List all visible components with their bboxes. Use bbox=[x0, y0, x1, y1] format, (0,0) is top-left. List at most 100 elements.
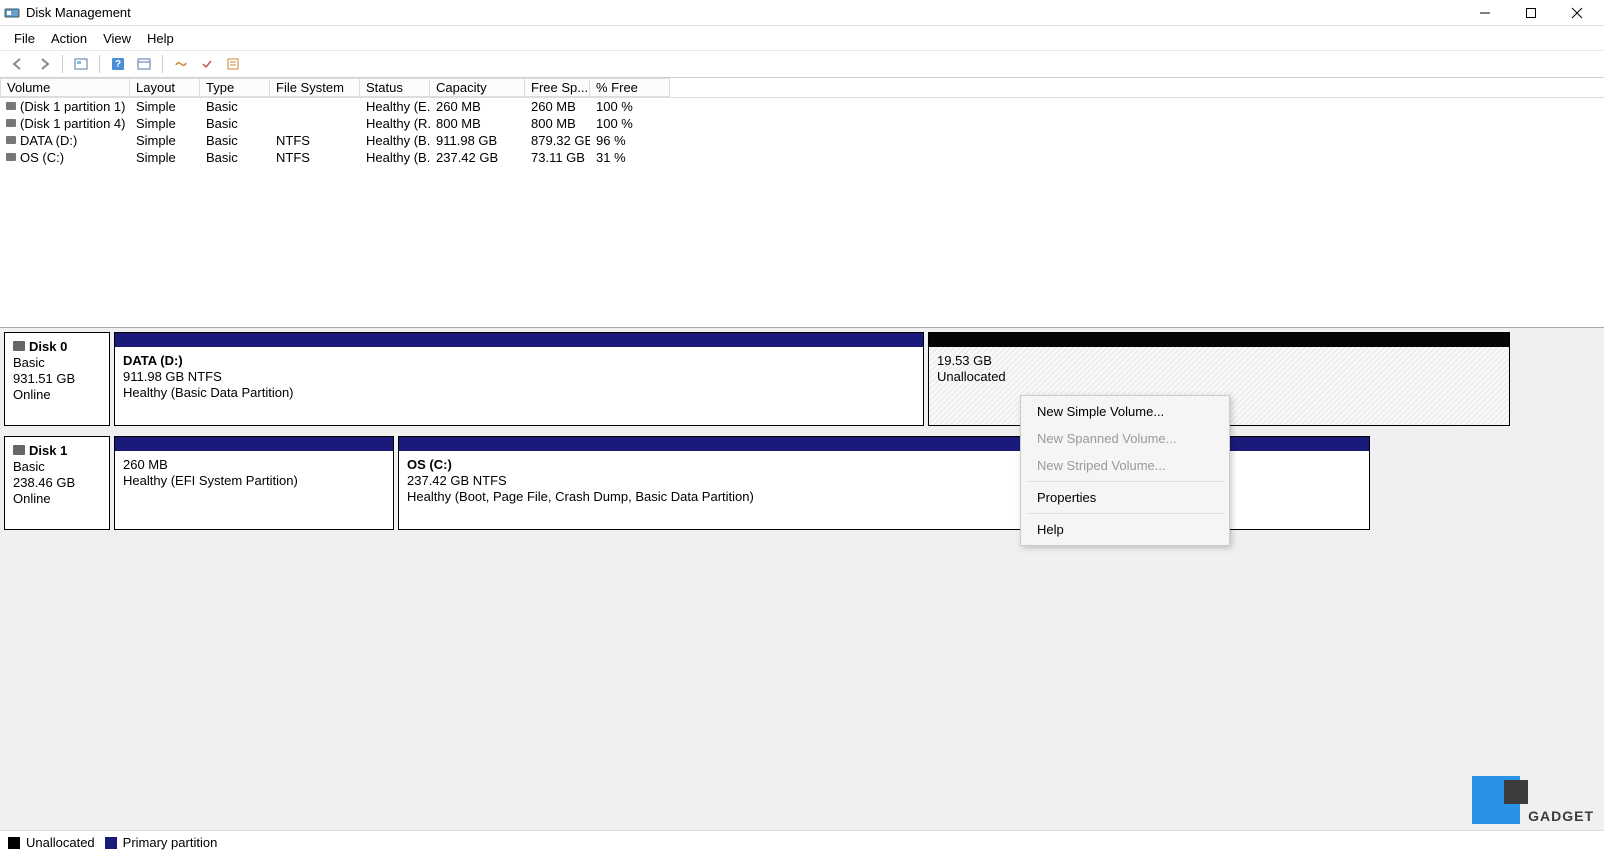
check-icon[interactable] bbox=[197, 54, 217, 74]
disk-type: Basic bbox=[13, 355, 101, 371]
disk-size: 931.51 GB bbox=[13, 371, 101, 387]
minimize-button[interactable] bbox=[1462, 0, 1508, 26]
legend-primary-label: Primary partition bbox=[123, 835, 218, 850]
context-item[interactable]: Properties bbox=[1023, 484, 1227, 511]
menu-help[interactable]: Help bbox=[139, 29, 182, 48]
partition-size: 19.53 GB bbox=[937, 353, 1501, 369]
partition-status: Healthy (Basic Data Partition) bbox=[123, 385, 915, 401]
partition-status: Unallocated bbox=[937, 369, 1501, 385]
legend-unallocated-label: Unallocated bbox=[26, 835, 95, 850]
partition-bar bbox=[115, 437, 393, 451]
context-item: New Striped Volume... bbox=[1023, 452, 1227, 479]
disk-size: 238.46 GB bbox=[13, 475, 101, 491]
partition-body: DATA (D:)911.98 GB NTFSHealthy (Basic Da… bbox=[115, 347, 923, 425]
settings-icon[interactable] bbox=[134, 54, 154, 74]
cell-percent: 96 % bbox=[590, 133, 670, 148]
forward-button[interactable] bbox=[34, 54, 54, 74]
separator bbox=[62, 55, 63, 73]
col-status[interactable]: Status bbox=[360, 78, 430, 97]
watermark-logo: GADGET bbox=[1472, 776, 1594, 824]
disk-row: Disk 0Basic931.51 GBOnlineDATA (D:)911.9… bbox=[4, 332, 1600, 426]
context-item[interactable]: New Simple Volume... bbox=[1023, 398, 1227, 425]
disk-status: Online bbox=[13, 491, 101, 507]
list-icon[interactable] bbox=[223, 54, 243, 74]
cell-capacity: 800 MB bbox=[430, 116, 525, 131]
partition[interactable]: 260 MBHealthy (EFI System Partition) bbox=[114, 436, 394, 530]
context-item[interactable]: Help bbox=[1023, 516, 1227, 543]
col-capacity[interactable]: Capacity bbox=[430, 78, 525, 97]
partition-title: DATA (D:) bbox=[123, 353, 915, 369]
disk-icon bbox=[13, 445, 25, 455]
cell-layout: Simple bbox=[130, 133, 200, 148]
menu-view[interactable]: View bbox=[95, 29, 139, 48]
disk-icon bbox=[6, 136, 16, 144]
cell-free: 800 MB bbox=[525, 116, 590, 131]
partition[interactable]: DATA (D:)911.98 GB NTFSHealthy (Basic Da… bbox=[114, 332, 924, 426]
context-separator bbox=[1027, 513, 1223, 514]
legend: Unallocated Primary partition bbox=[0, 830, 1604, 854]
separator bbox=[99, 55, 100, 73]
disk-icon bbox=[13, 341, 25, 351]
cell-capacity: 911.98 GB bbox=[430, 133, 525, 148]
partition-size: 911.98 GB NTFS bbox=[123, 369, 915, 385]
title-bar: Disk Management bbox=[0, 0, 1604, 26]
partition-bar bbox=[929, 333, 1509, 347]
cell-type: Basic bbox=[200, 133, 270, 148]
col-volume[interactable]: Volume bbox=[0, 78, 130, 97]
context-separator bbox=[1027, 481, 1223, 482]
cell-type: Basic bbox=[200, 116, 270, 131]
cell-type: Basic bbox=[200, 99, 270, 114]
cell-free: 73.11 GB bbox=[525, 150, 590, 165]
disk-info[interactable]: Disk 0Basic931.51 GBOnline bbox=[4, 332, 110, 426]
action-icon[interactable] bbox=[171, 54, 191, 74]
window-controls bbox=[1462, 0, 1600, 26]
partition-body: 260 MBHealthy (EFI System Partition) bbox=[115, 451, 393, 529]
table-row[interactable]: DATA (D:)SimpleBasicNTFSHealthy (B...911… bbox=[0, 132, 1604, 149]
volume-list[interactable]: Volume Layout Type File System Status Ca… bbox=[0, 78, 1604, 328]
disk-icon bbox=[6, 102, 16, 110]
cell-filesystem: NTFS bbox=[270, 150, 360, 165]
menu-action[interactable]: Action bbox=[43, 29, 95, 48]
cell-capacity: 237.42 GB bbox=[430, 150, 525, 165]
refresh-icon[interactable] bbox=[71, 54, 91, 74]
table-row[interactable]: OS (C:)SimpleBasicNTFSHealthy (B...237.4… bbox=[0, 149, 1604, 166]
cell-status: Healthy (B... bbox=[360, 133, 430, 148]
cell-capacity: 260 MB bbox=[430, 99, 525, 114]
cell-volume: OS (C:) bbox=[0, 150, 130, 165]
cell-layout: Simple bbox=[130, 116, 200, 131]
cell-type: Basic bbox=[200, 150, 270, 165]
disk-status: Online bbox=[13, 387, 101, 403]
cell-layout: Simple bbox=[130, 99, 200, 114]
disk-row: Disk 1Basic238.46 GBOnline260 MBHealthy … bbox=[4, 436, 1600, 530]
maximize-button[interactable] bbox=[1508, 0, 1554, 26]
cell-volume: DATA (D:) bbox=[0, 133, 130, 148]
cell-status: Healthy (E... bbox=[360, 99, 430, 114]
context-menu[interactable]: New Simple Volume...New Spanned Volume..… bbox=[1020, 395, 1230, 546]
cell-volume: (Disk 1 partition 4) bbox=[0, 116, 130, 131]
disk-info[interactable]: Disk 1Basic238.46 GBOnline bbox=[4, 436, 110, 530]
svg-text:?: ? bbox=[115, 59, 121, 70]
partition-bar bbox=[115, 333, 923, 347]
table-row[interactable]: (Disk 1 partition 4)SimpleBasicHealthy (… bbox=[0, 115, 1604, 132]
table-row[interactable]: (Disk 1 partition 1)SimpleBasic Healthy (… bbox=[0, 98, 1604, 115]
partition-status: Healthy (EFI System Partition) bbox=[123, 473, 385, 489]
menu-file[interactable]: File bbox=[6, 29, 43, 48]
disk-icon bbox=[6, 119, 16, 127]
legend-primary-swatch bbox=[105, 837, 117, 849]
col-percent[interactable]: % Free bbox=[590, 78, 670, 97]
cell-percent: 100 % bbox=[590, 116, 670, 131]
cell-status: Healthy (B... bbox=[360, 150, 430, 165]
col-filesystem[interactable]: File System bbox=[270, 78, 360, 97]
partitions: DATA (D:)911.98 GB NTFSHealthy (Basic Da… bbox=[114, 332, 1600, 426]
back-button[interactable] bbox=[8, 54, 28, 74]
disk-type: Basic bbox=[13, 459, 101, 475]
table-header: Volume Layout Type File System Status Ca… bbox=[0, 78, 1604, 98]
separator bbox=[162, 55, 163, 73]
close-button[interactable] bbox=[1554, 0, 1600, 26]
cell-volume: (Disk 1 partition 1) bbox=[0, 99, 130, 114]
col-layout[interactable]: Layout bbox=[130, 78, 200, 97]
help-icon[interactable]: ? bbox=[108, 54, 128, 74]
cell-layout: Simple bbox=[130, 150, 200, 165]
col-free[interactable]: Free Sp... bbox=[525, 78, 590, 97]
col-type[interactable]: Type bbox=[200, 78, 270, 97]
